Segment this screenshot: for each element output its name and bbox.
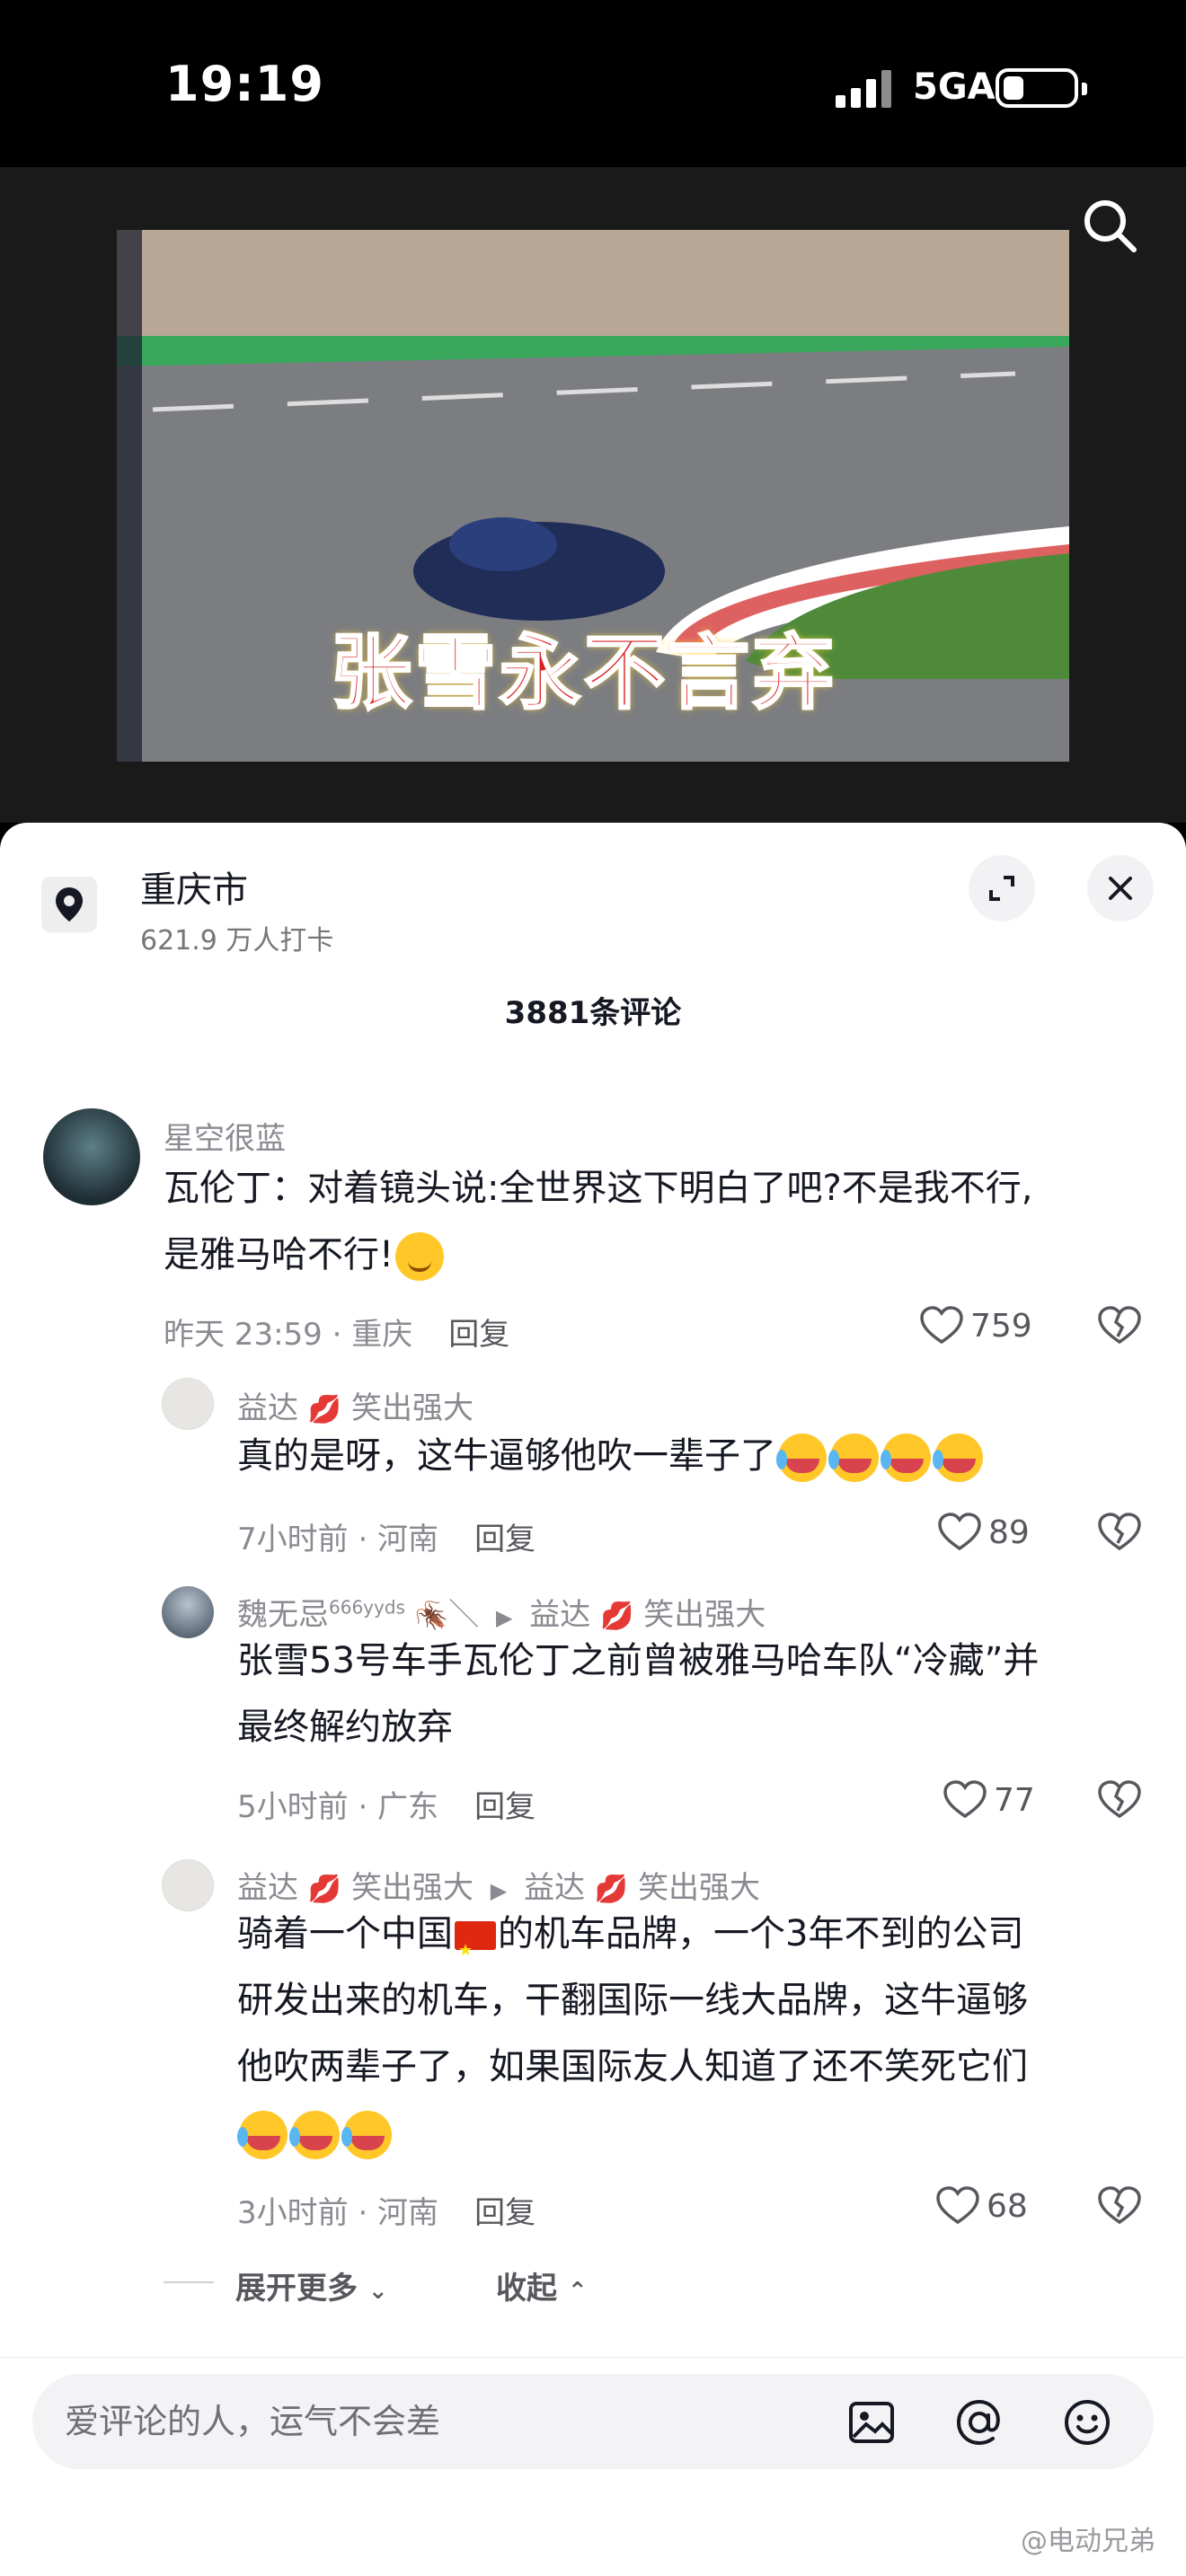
chevron-up-icon: ⌃ [567, 2278, 588, 2305]
comment-time: 昨天 23:59 · 重庆 [164, 1317, 413, 1353]
reply-meta: 3小时前 · 河南 回复 [237, 2188, 535, 2232]
close-button[interactable] [1087, 855, 1154, 922]
username-text: 益达 [237, 1390, 298, 1426]
reply-text-line: 张雪53号车手瓦伦丁之前曾被雅马哈车队“冷藏”并 [237, 1640, 1040, 1681]
like-count: 89 [988, 1513, 1030, 1551]
collapse-label: 收起 [496, 2271, 557, 2307]
laugh-cry-emoji-icon [341, 2111, 392, 2159]
video-overlay-caption: 张雪永不言弃 [330, 625, 837, 722]
location-pin-icon[interactable] [41, 877, 97, 932]
heart-icon [920, 1306, 963, 1345]
laugh-cry-emoji-icon [933, 1434, 983, 1482]
heart-icon [936, 2186, 979, 2225]
lips-icon: 💋 [307, 1394, 342, 1425]
comment-input-container[interactable] [32, 2374, 1154, 2469]
reply-text: 骑着一个中国 的机车品牌，一个3年不到的公司 研发出来的机车，干翻国际一线大品牌，… [237, 1901, 1172, 2166]
comment-text-line: 瓦伦丁：对着镜头说:全世界这下明白了吧?不是我不行, [164, 1168, 1033, 1209]
battery-icon [996, 68, 1087, 108]
reply-button[interactable]: 回复 [474, 1789, 535, 1825]
search-icon[interactable] [1078, 194, 1141, 257]
china-flag-icon [455, 1918, 496, 1984]
emoji-icon[interactable] [1062, 2397, 1112, 2448]
collapse-button[interactable]: 收起 ⌃ [496, 2263, 588, 2307]
like-count: 759 [970, 1307, 1032, 1345]
like-button[interactable]: 89 [938, 1513, 1030, 1552]
broken-heart-icon[interactable] [1098, 2186, 1141, 2226]
broken-heart-icon[interactable] [1098, 1780, 1141, 1820]
reply-text-span: 真的是呀，这牛逼够他吹一辈子了 [237, 1435, 776, 1477]
reply-text-line [237, 2100, 1172, 2166]
comment-text-line: 是雅马哈不行! [164, 1222, 1152, 1288]
reply-meta: 7小时前 · 河南 回复 [237, 1514, 535, 1558]
reply-username[interactable]: 益达 💋 笑出强大 [237, 1383, 474, 1427]
reply-button[interactable]: 回复 [448, 1317, 509, 1353]
laugh-cry-emoji-icon [776, 1434, 827, 1482]
reply-arrow-icon: ▶ [490, 1878, 508, 1903]
heart-icon [938, 1513, 981, 1551]
comment-username[interactable]: 星空很蓝 [164, 1114, 286, 1158]
username-suffix: 笑出强大 [350, 1390, 474, 1426]
comment-sheet: 重庆市 621.9 万人打卡 3881条评论 星空很蓝 瓦伦丁：对着镜头说:全世… [0, 823, 1186, 2576]
location-name[interactable]: 重庆市 [140, 860, 248, 913]
reply-time: 3小时前 · 河南 [237, 2195, 439, 2231]
status-bar: 19:19 5GA [0, 0, 1186, 167]
expand-button[interactable] [969, 855, 1035, 922]
video-frame[interactable]: 张雪永不言弃 [117, 230, 1069, 762]
comment-text: 瓦伦丁：对着镜头说:全世界这下明白了吧?不是我不行, 是雅马哈不行! [164, 1155, 1152, 1288]
like-button[interactable]: 77 [943, 1780, 1035, 1820]
laugh-cry-emoji-icon [289, 2111, 340, 2159]
reply-time: 7小时前 · 河南 [237, 1522, 439, 1557]
reply-text-line: 最终解约放弃 [237, 1707, 453, 1748]
watermark: @电动兄弟 [1021, 2526, 1155, 2557]
expand-icon [989, 876, 1014, 901]
expand-divider [164, 2281, 214, 2283]
comment-text-span: 是雅马哈不行! [164, 1234, 394, 1275]
signal-icon [836, 70, 893, 108]
like-button[interactable]: 759 [920, 1306, 1032, 1345]
expand-more-label: 展开更多 [235, 2271, 358, 2307]
chevron-down-icon: ⌄ [367, 2278, 388, 2305]
smile-emoji-icon [395, 1232, 445, 1281]
reply-text-line: 他吹两辈子了，如果国际友人知道了还不笑死它们 [237, 2046, 1028, 2087]
avatar[interactable] [162, 1378, 214, 1430]
at-icon[interactable] [954, 2397, 1005, 2448]
status-time: 19:19 [165, 56, 324, 112]
like-count: 77 [994, 1781, 1035, 1819]
reply-text-line: 骑着一个中国 的机车品牌，一个3年不到的公司 [237, 1901, 1172, 1984]
reply-arrow-icon: ▶ [495, 1605, 513, 1630]
reply-button[interactable]: 回复 [474, 2195, 535, 2231]
laugh-cry-emoji-icon [237, 2111, 288, 2159]
reply-text: 真的是呀，这牛逼够他吹一辈子了 [237, 1423, 1136, 1489]
reply-meta: 5小时前 · 广东 回复 [237, 1782, 535, 1826]
expand-more-button[interactable]: 展开更多 ⌄ [235, 2263, 388, 2307]
location-checkins: 621.9 万人打卡 [140, 925, 334, 957]
comment-meta: 昨天 23:59 · 重庆 回复 [164, 1310, 509, 1354]
reply-button[interactable]: 回复 [474, 1522, 535, 1557]
reply-text: 张雪53号车手瓦伦丁之前曾被雅马哈车队“冷藏”并 最终解约放弃 [237, 1628, 1172, 1760]
like-count: 68 [987, 2187, 1028, 2225]
reply-text-line: 研发出来的机车，干翻国际一线大品牌，这牛逼够 [237, 1980, 1028, 2021]
broken-heart-icon[interactable] [1098, 1306, 1141, 1345]
comment-count: 3881条评论 [504, 995, 682, 1031]
close-icon [1109, 877, 1132, 900]
username-superscript: 666yyds [329, 1596, 405, 1619]
avatar[interactable] [162, 1586, 214, 1638]
laugh-cry-emoji-icon [881, 1434, 931, 1482]
reply-text-span: 骑着一个中国 [237, 1913, 453, 1954]
like-button[interactable]: 68 [936, 2186, 1028, 2226]
avatar[interactable] [162, 1859, 214, 1911]
network-type: 5GA [913, 66, 996, 108]
video-player[interactable]: 张雪永不言弃 [0, 167, 1186, 823]
laugh-cry-emoji-icon [828, 1434, 879, 1482]
comment-input-bar: @电动兄弟 [0, 2357, 1186, 2576]
avatar[interactable] [43, 1108, 140, 1205]
image-icon[interactable] [846, 2397, 897, 2448]
reply-time: 5小时前 · 广东 [237, 1789, 439, 1825]
comment-input[interactable] [65, 2374, 855, 2469]
heart-icon [943, 1780, 987, 1819]
broken-heart-icon[interactable] [1098, 1513, 1141, 1552]
reply-text-span: 的机车品牌，一个3年不到的公司 [498, 1913, 1024, 1954]
